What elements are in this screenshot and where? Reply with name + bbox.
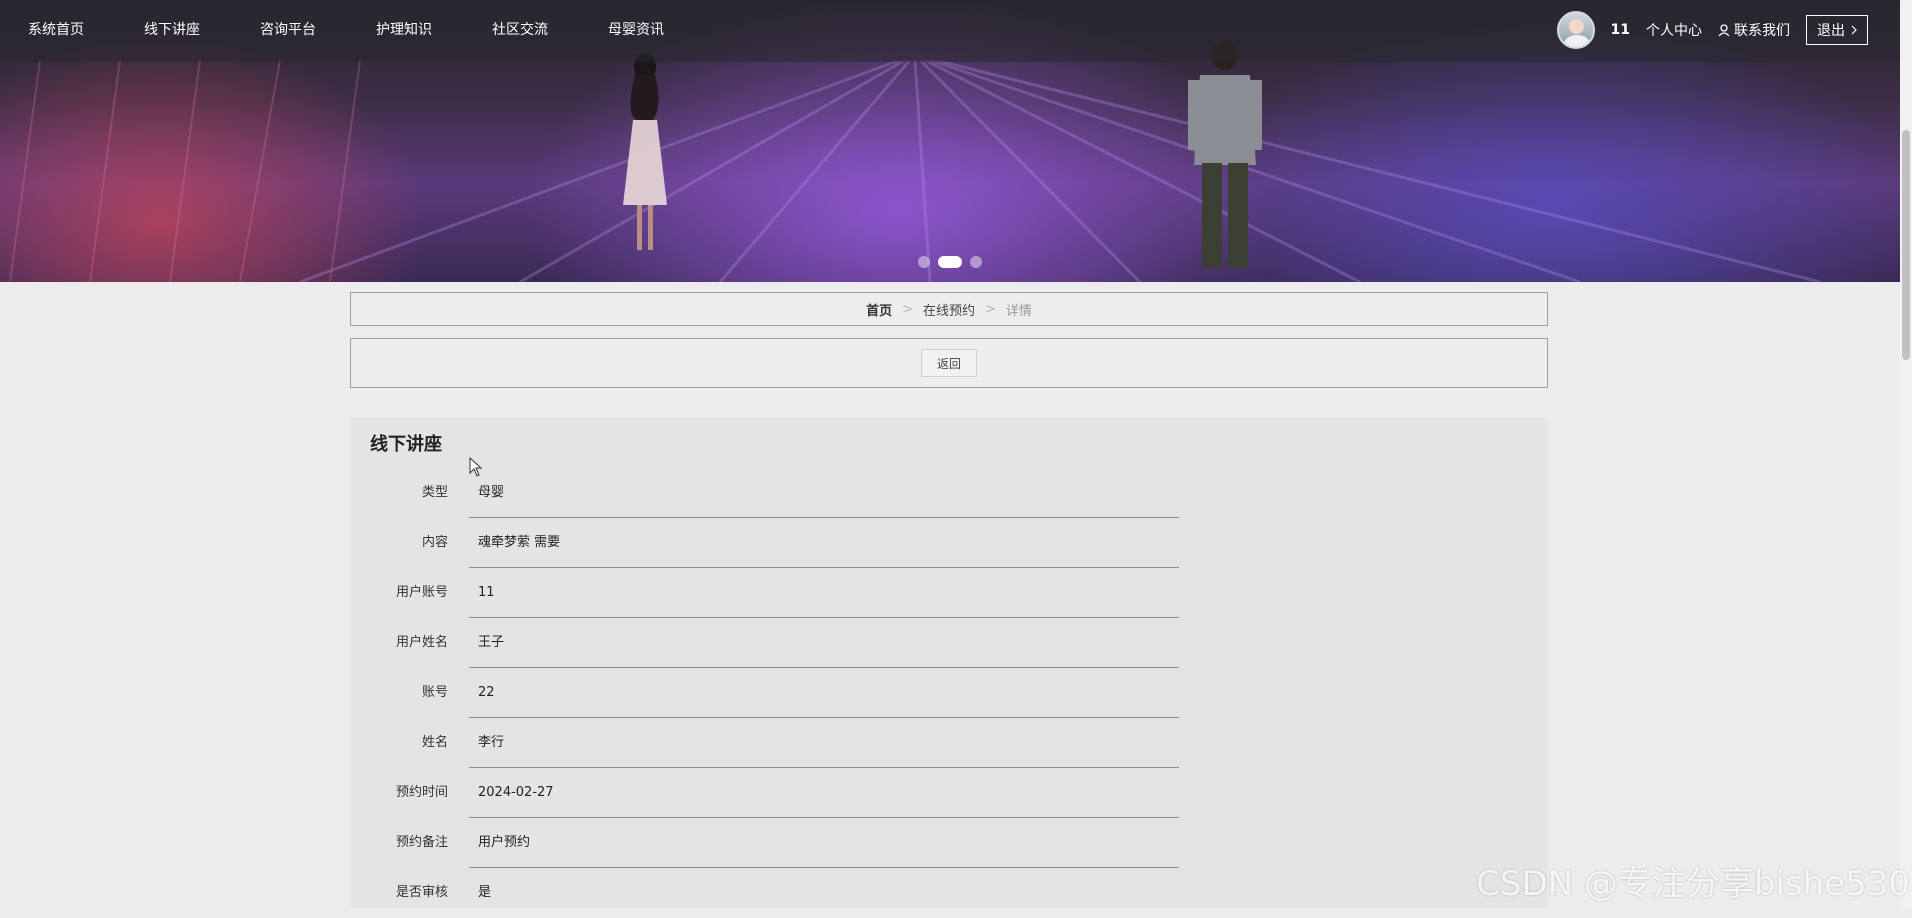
field-label: 姓名 (421, 735, 448, 750)
breadcrumb-separator: > (902, 301, 913, 317)
field-value: 是 (478, 885, 492, 900)
avatar[interactable] (1556, 11, 1595, 49)
detail-title: 线下讲座 (370, 434, 442, 455)
carousel-dots (918, 256, 982, 268)
carousel-dot-1[interactable] (918, 256, 930, 268)
breadcrumb-separator: > (985, 301, 996, 317)
vertical-scrollbar[interactable] (1900, 0, 1912, 908)
logout-button[interactable]: 退出 (1806, 15, 1868, 45)
detail-row-user-name: 用户姓名 王子 (350, 618, 1190, 668)
breadcrumb: 首页 > 在线预约 > 详情 (350, 292, 1548, 326)
field-value: 22 (469, 668, 1179, 718)
detail-row-appointment-note: 预约备注 用户预约 (350, 818, 1190, 868)
scrollbar-thumb[interactable] (1902, 130, 1910, 360)
nav-item-lectures[interactable]: 线下讲座 (144, 0, 200, 62)
carousel-dot-3[interactable] (970, 256, 982, 268)
top-nav: 系统首页 线下讲座 咨询平台 护理知识 社区交流 母婴资讯 11 个人中心 联系… (0, 0, 1900, 62)
breadcrumb-home[interactable]: 首页 (866, 300, 892, 319)
user-area: 11 个人中心 联系我们 退出 (1556, 10, 1868, 50)
field-label: 用户姓名 (395, 635, 448, 650)
detail-row-reviewed: 是否审核 是 (350, 868, 1190, 918)
lavender-field-image (9, 60, 1821, 282)
field-value: 11 (469, 568, 1179, 618)
mouse-cursor-icon (469, 457, 483, 477)
contact-link[interactable]: 联系我们 (1718, 20, 1790, 40)
detail-row-name: 姓名 李行 (350, 718, 1190, 768)
field-label: 账号 (421, 685, 448, 700)
field-label: 预约备注 (395, 835, 448, 850)
man-figure (1188, 40, 1262, 268)
personal-center-link[interactable]: 个人中心 (1646, 20, 1702, 40)
field-value: 魂牵梦萦 需要 (469, 518, 1179, 568)
actions-bar: 返回 (350, 338, 1548, 388)
breadcrumb-current: 详情 (1005, 303, 1032, 319)
user-count: 11 (1610, 22, 1630, 38)
nav-item-home[interactable]: 系统首页 (28, 0, 84, 62)
watermark: CSDN @专注分享bishe530 (1476, 864, 1910, 904)
carousel-dot-2[interactable] (938, 256, 962, 268)
field-label: 类型 (421, 485, 448, 500)
back-button[interactable]: 返回 (921, 349, 977, 377)
detail-row-account: 账号 22 (350, 668, 1190, 718)
user-icon (1718, 23, 1730, 36)
breadcrumb-section[interactable]: 在线预约 (923, 300, 975, 319)
field-value: 母婴 (469, 468, 1179, 518)
field-label: 内容 (421, 535, 448, 550)
detail-row-user-account: 用户账号 11 (350, 568, 1190, 618)
detail-panel: 线下讲座 类型 母婴 内容 魂牵梦萦 需要 用户账号 11 用户姓名 王子 账号… (350, 418, 1548, 908)
field-label: 预约时间 (395, 785, 448, 800)
field-value: 李行 (469, 718, 1179, 768)
detail-row-content: 内容 魂牵梦萦 需要 (350, 518, 1190, 568)
detail-row-appointment-time: 预约时间 2024-02-27 (350, 768, 1190, 818)
logout-label: 退出 (1817, 23, 1845, 39)
chevron-right-icon (1851, 25, 1857, 35)
field-label: 是否审核 (395, 885, 448, 900)
nav-item-consult[interactable]: 咨询平台 (260, 0, 316, 62)
woman-figure (623, 53, 667, 250)
field-value: 王子 (469, 618, 1179, 668)
field-value: 用户预约 (469, 818, 1179, 868)
field-value: 2024-02-27 (469, 768, 1179, 818)
contact-label: 联系我们 (1734, 23, 1790, 39)
nav-item-news[interactable]: 母婴资讯 (608, 0, 664, 62)
field-label: 用户账号 (395, 585, 448, 600)
nav-item-nursing[interactable]: 护理知识 (376, 0, 432, 62)
nav-item-community[interactable]: 社区交流 (492, 0, 548, 62)
